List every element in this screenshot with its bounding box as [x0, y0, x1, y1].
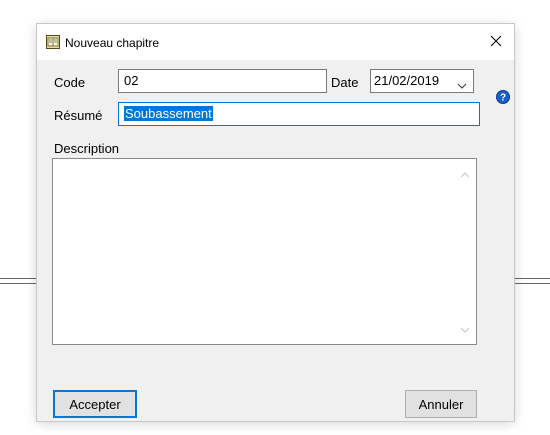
- resume-field[interactable]: Soubassement: [118, 102, 480, 126]
- resume-label: Résumé: [54, 108, 103, 123]
- scroll-down-icon[interactable]: [460, 322, 470, 336]
- chapter-book-icon: [46, 35, 60, 49]
- resume-value-selected: Soubassement: [124, 106, 213, 121]
- code-field[interactable]: 02: [118, 69, 327, 93]
- close-button[interactable]: [482, 28, 510, 56]
- date-value: 21/02/2019: [374, 73, 440, 88]
- dialog-title: Nouveau chapitre: [65, 36, 160, 50]
- code-label: Code: [54, 75, 86, 90]
- scroll-up-icon[interactable]: [460, 167, 470, 181]
- cancel-button[interactable]: Annuler: [405, 390, 477, 418]
- help-icon[interactable]: ?: [496, 90, 510, 104]
- description-textarea[interactable]: [52, 158, 477, 345]
- date-picker[interactable]: 21/02/2019: [370, 69, 474, 93]
- dialog-titlebar[interactable]: Nouveau chapitre: [37, 24, 514, 60]
- description-label: Description: [54, 141, 120, 156]
- accept-button[interactable]: Accepter: [53, 390, 137, 418]
- background-rail-left: [0, 278, 38, 284]
- date-label: Date: [331, 75, 359, 90]
- svg-text:?: ?: [500, 93, 506, 104]
- dialog-window: Nouveau chapitre Code 02 Date 21/02/2019…: [37, 24, 514, 421]
- background-rail-right: [514, 278, 550, 284]
- close-icon: [490, 35, 502, 50]
- dialog-body: Code 02 Date 21/02/2019 ? Résumé Soubass…: [37, 60, 514, 421]
- dialog-footer: Accepter Annuler: [37, 380, 514, 421]
- chevron-down-icon[interactable]: [457, 77, 467, 93]
